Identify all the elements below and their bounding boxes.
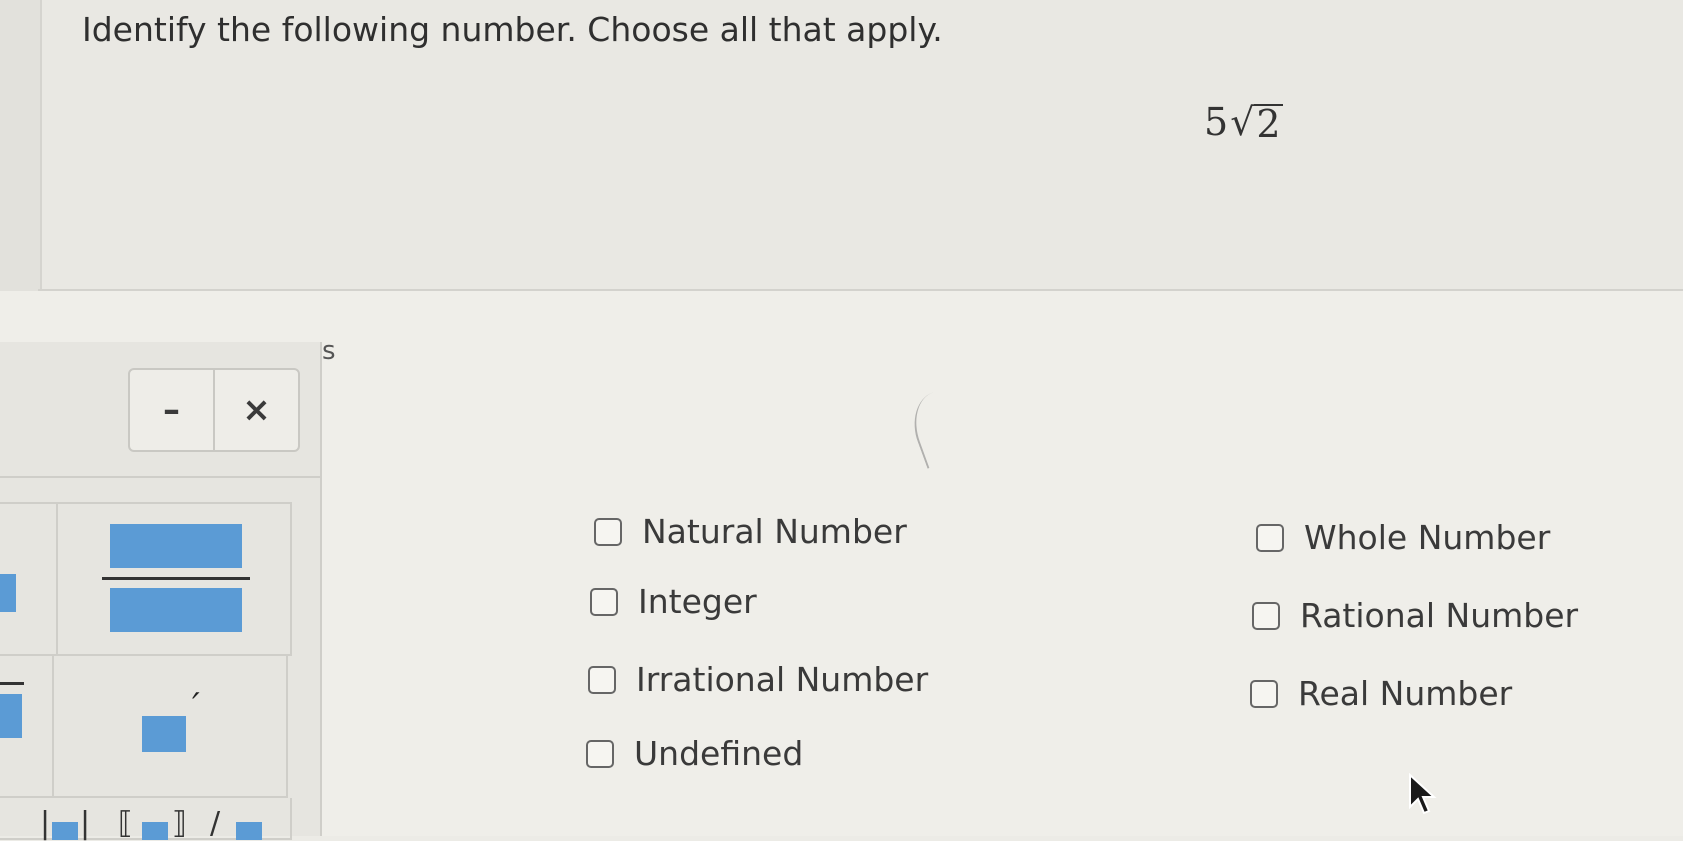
checkbox[interactable] — [586, 739, 614, 768]
option-rational-number[interactable]: Rational Number — [1252, 596, 1578, 635]
option-natural-number[interactable]: Natural Number — [594, 512, 907, 551]
template-slot-icon — [0, 694, 22, 738]
question-prompt: Identify the following number. Choose al… — [82, 10, 943, 49]
fraction-template-button[interactable] — [58, 504, 292, 656]
fraction-bar-icon — [102, 577, 250, 580]
checkbox[interactable] — [594, 517, 622, 546]
overline-icon — [0, 682, 24, 685]
fraction-numerator-slot-icon — [110, 524, 242, 568]
mouse-cursor-icon — [1409, 773, 1437, 815]
close-button[interactable]: × — [213, 370, 298, 450]
option-irrational-number[interactable]: Irrational Number — [588, 660, 928, 699]
expression-radicand: 2 — [1254, 102, 1283, 146]
expression-coefficient: 5 — [1204, 100, 1229, 144]
checkbox[interactable] — [1256, 523, 1284, 552]
option-undefined[interactable]: Undefined — [586, 734, 803, 773]
option-real-number[interactable]: Real Number — [1250, 674, 1512, 713]
option-label: Real Number — [1298, 674, 1513, 713]
math-expression: 5 √ 2 — [1204, 100, 1283, 144]
template-partial-left-top[interactable] — [0, 504, 58, 656]
root-slot-icon — [236, 822, 262, 840]
option-label: Integer — [638, 582, 757, 621]
checkbox[interactable] — [1250, 679, 1278, 708]
template-bottom-row[interactable]: | | ⟦ ⟧ / — [0, 798, 292, 841]
option-whole-number[interactable]: Whole Number — [1256, 518, 1550, 557]
option-label: Natural Number — [642, 512, 907, 551]
prime-slot-icon — [142, 716, 186, 752]
minimize-icon: – — [163, 390, 180, 430]
fraction-denominator-slot-icon — [110, 588, 242, 632]
prime-mark-icon: ′ — [192, 686, 200, 726]
palette-template-grid: ′ | | ⟦ ⟧ / — [0, 502, 292, 841]
checkbox[interactable] — [588, 665, 616, 694]
close-icon: × — [242, 390, 271, 430]
palette-separator — [0, 476, 320, 478]
prime-template-button[interactable]: ′ — [54, 656, 288, 798]
bracket-slot-icon — [142, 822, 168, 840]
palette-controls: – × — [128, 368, 300, 452]
absolute-value-slot-icon — [52, 822, 78, 840]
option-integer[interactable]: Integer — [590, 582, 757, 621]
option-label: Undefined — [634, 734, 804, 773]
template-slot-icon — [0, 574, 16, 612]
checkbox[interactable] — [1252, 601, 1280, 630]
template-partial-left-middle[interactable] — [0, 656, 54, 798]
minimize-button[interactable]: – — [130, 370, 213, 450]
option-label: Rational Number — [1300, 596, 1579, 635]
checkbox[interactable] — [590, 587, 618, 616]
math-palette: – × ′ | | ⟦ ⟧ / — [0, 342, 322, 841]
radical-sign: √ — [1230, 100, 1255, 144]
option-label: Irrational Number — [636, 660, 929, 699]
option-label: Whole Number — [1304, 518, 1551, 557]
partial-heading-text: s — [322, 336, 336, 366]
